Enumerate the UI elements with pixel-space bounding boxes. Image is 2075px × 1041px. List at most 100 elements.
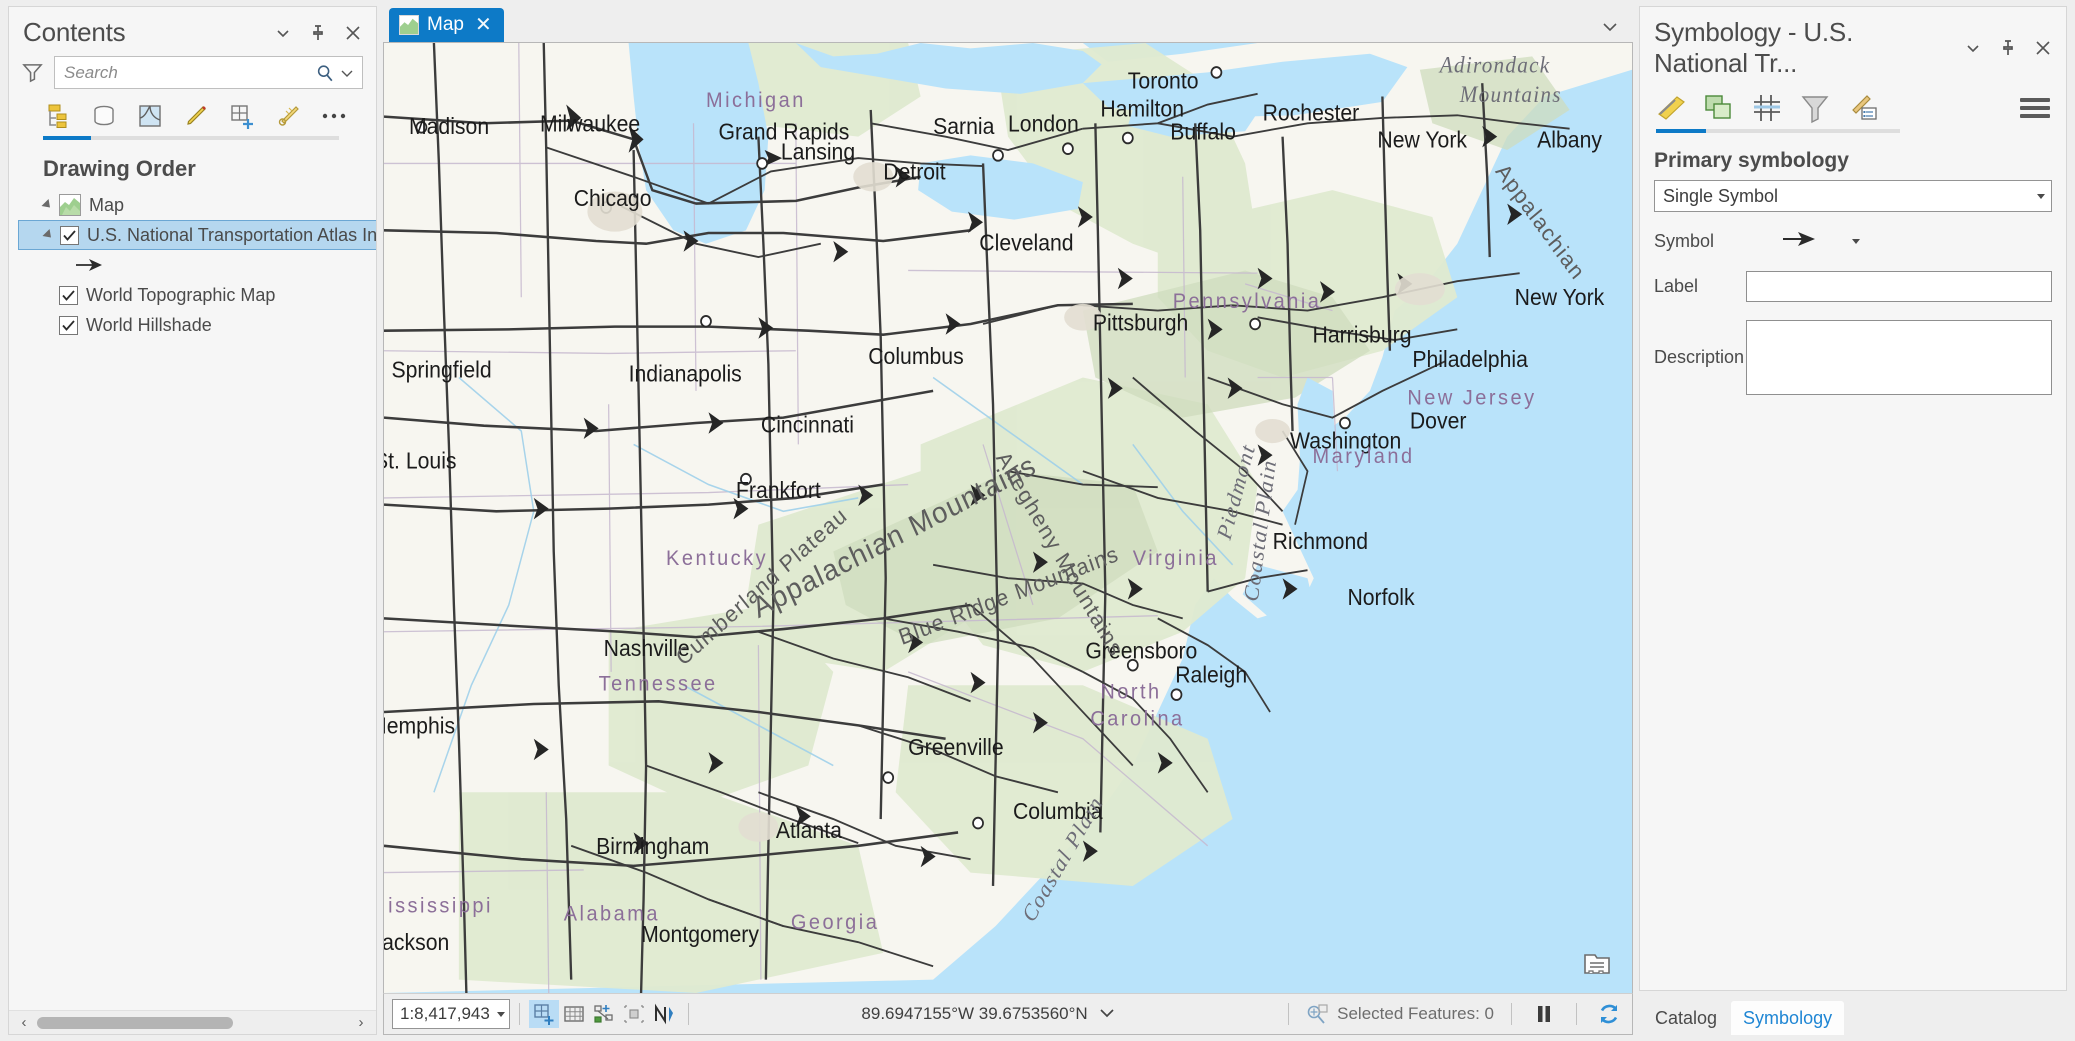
contents-close-icon[interactable]	[340, 20, 366, 46]
tab-symbology[interactable]: Symbology	[1731, 1001, 1845, 1035]
layer-symbol-row	[9, 250, 376, 280]
symbology-tool-underline	[1656, 129, 1900, 133]
symbol-layer-drawing-icon[interactable]	[1750, 91, 1784, 125]
list-by-drawing-order-icon[interactable]	[43, 101, 73, 131]
contents-horizontal-scrollbar[interactable]: ‹ ›	[9, 1010, 376, 1034]
svg-text:Indianapolis: Indianapolis	[629, 361, 742, 387]
mask-icon[interactable]	[1798, 91, 1832, 125]
label-input[interactable]	[1746, 271, 2052, 302]
svg-text:Kentucky: Kentucky	[666, 546, 768, 570]
svg-text:Mississippi: Mississippi	[384, 894, 493, 918]
snapping-icon[interactable]	[589, 1000, 619, 1028]
map-scale-combo[interactable]: 1:8,417,943	[392, 999, 510, 1029]
map-attribute-table-icon[interactable]	[1580, 949, 1614, 979]
layer-visibility-checkbox[interactable]	[59, 315, 78, 335]
tab-map[interactable]: Map ✕	[389, 8, 504, 42]
scroll-right-icon[interactable]: ›	[350, 1014, 372, 1031]
tree-item-world-topographic-map[interactable]: World Topographic Map	[9, 280, 376, 310]
drawing-order-heading: Drawing Order	[43, 156, 196, 181]
create-feature-icon[interactable]	[529, 1000, 559, 1028]
svg-text:Atlanta: Atlanta	[776, 817, 843, 843]
contents-dropdown-icon[interactable]	[270, 20, 296, 46]
list-by-editing-icon[interactable]	[181, 101, 211, 131]
svg-text:Cleveland: Cleveland	[979, 230, 1073, 256]
svg-text:Pennsylvania: Pennsylvania	[1173, 289, 1322, 313]
layer-visibility-checkbox[interactable]	[60, 225, 79, 245]
map-view-area: Map ✕ Madison Milwaukee Chicago Grand Ra…	[383, 0, 1633, 1041]
expand-placeholder-icon	[39, 287, 55, 303]
label-symbology-icon[interactable]	[1846, 91, 1880, 125]
primary-symbology-icon[interactable]	[1654, 91, 1688, 125]
svg-text:St. Louis: St. Louis	[384, 448, 457, 474]
tree-item-transportation-layer[interactable]: U.S. National Transportation Atlas Int	[18, 220, 376, 250]
primary-symbology-combo[interactable]: Single Symbol	[1654, 180, 2052, 212]
filter-icon[interactable]	[21, 61, 44, 84]
svg-text:Michigan: Michigan	[706, 89, 806, 113]
map-graphics[interactable]: Madison Milwaukee Chicago Grand Rapids L…	[384, 43, 1632, 993]
label-field-label: Label	[1654, 276, 1699, 296]
search-icon[interactable]	[314, 62, 336, 84]
svg-text:Raleigh: Raleigh	[1175, 662, 1247, 688]
coordinate-chevron-icon[interactable]	[1098, 1004, 1116, 1024]
more-options-icon[interactable]	[319, 101, 349, 131]
tab-list-chevron-icon[interactable]	[1601, 20, 1619, 38]
scroll-thumb[interactable]	[37, 1016, 233, 1029]
map-icon	[59, 194, 81, 216]
map-scale-value: 1:8,417,943	[400, 1004, 490, 1023]
tree-item-world-hillshade[interactable]: World Hillshade	[9, 310, 376, 340]
grid-icon[interactable]	[559, 1000, 589, 1028]
tree-item-label: Map	[89, 194, 125, 215]
svg-text:Tennessee: Tennessee	[599, 672, 718, 696]
chevron-down-icon[interactable]	[497, 1011, 505, 1017]
scroll-track[interactable]	[35, 1016, 350, 1030]
chevron-down-icon[interactable]	[2037, 193, 2045, 199]
north-arrow-icon[interactable]	[649, 1000, 679, 1028]
contents-pin-icon[interactable]	[305, 20, 331, 46]
search-input-wrapper[interactable]	[54, 56, 363, 89]
symbol-preview[interactable]	[1782, 230, 1818, 253]
scroll-left-icon[interactable]: ‹	[13, 1014, 35, 1031]
pause-drawing-icon[interactable]	[1529, 1000, 1559, 1028]
layer-visibility-checkbox[interactable]	[59, 285, 78, 305]
label-row: Label	[1640, 271, 2066, 302]
svg-text:Philadelphia: Philadelphia	[1412, 346, 1528, 372]
svg-text:Greenville: Greenville	[908, 734, 1003, 760]
svg-text:Mountains: Mountains	[1459, 81, 1562, 107]
svg-text:Memphis: Memphis	[384, 713, 455, 739]
symbology-dropdown-icon[interactable]	[1960, 35, 1986, 61]
list-by-data-source-icon[interactable]	[89, 101, 119, 131]
close-icon[interactable]: ✕	[475, 15, 492, 35]
symbology-close-icon[interactable]	[2030, 35, 2056, 61]
search-input[interactable]	[64, 62, 314, 83]
expand-placeholder-icon	[39, 317, 55, 333]
symbol-dropdown-chevron-icon[interactable]	[1852, 239, 1860, 244]
map-canvas[interactable]: Madison Milwaukee Chicago Grand Rapids L…	[384, 43, 1632, 993]
svg-text:Detroit: Detroit	[883, 159, 945, 185]
tab-catalog[interactable]: Catalog	[1643, 1001, 1729, 1035]
list-by-selection-icon[interactable]	[135, 101, 165, 131]
search-options-chevron-icon[interactable]	[336, 62, 358, 84]
refresh-icon[interactable]	[1594, 1000, 1624, 1028]
map-tab-icon	[399, 15, 419, 35]
measure-icon[interactable]	[619, 1000, 649, 1028]
layer-tree: Map U.S. National Transportation Atlas I…	[9, 186, 376, 1010]
expand-collapse-icon[interactable]	[39, 197, 55, 213]
symbology-header: Symbology - U.S. National Tr...	[1640, 7, 2066, 85]
symbology-menu-icon[interactable]	[2020, 95, 2050, 121]
list-by-snapping-icon[interactable]	[227, 101, 257, 131]
tree-item-label: U.S. National Transportation Atlas Int	[87, 224, 376, 245]
vary-by-attribute-icon[interactable]	[1702, 91, 1736, 125]
contents-pane: Contents Search Drawing Order Map U.S. N…	[0, 0, 383, 1041]
expand-collapse-icon[interactable]	[40, 227, 56, 243]
description-input[interactable]	[1746, 320, 2052, 395]
svg-text:Jackson: Jackson	[384, 929, 449, 955]
svg-text:Dover: Dover	[1410, 408, 1467, 434]
arrow-symbol-icon	[76, 259, 102, 271]
svg-text:New York: New York	[1515, 285, 1606, 311]
list-by-labeling-icon[interactable]	[273, 101, 303, 131]
tree-item-map[interactable]: Map	[9, 190, 376, 220]
symbology-pin-icon[interactable]	[1995, 35, 2021, 61]
symbology-panel: Symbology - U.S. National Tr... Primary …	[1639, 6, 2067, 991]
map-canvas-frame[interactable]: Madison Milwaukee Chicago Grand Rapids L…	[383, 42, 1633, 993]
symbology-pane: Symbology - U.S. National Tr... Primary …	[1633, 0, 2075, 1041]
